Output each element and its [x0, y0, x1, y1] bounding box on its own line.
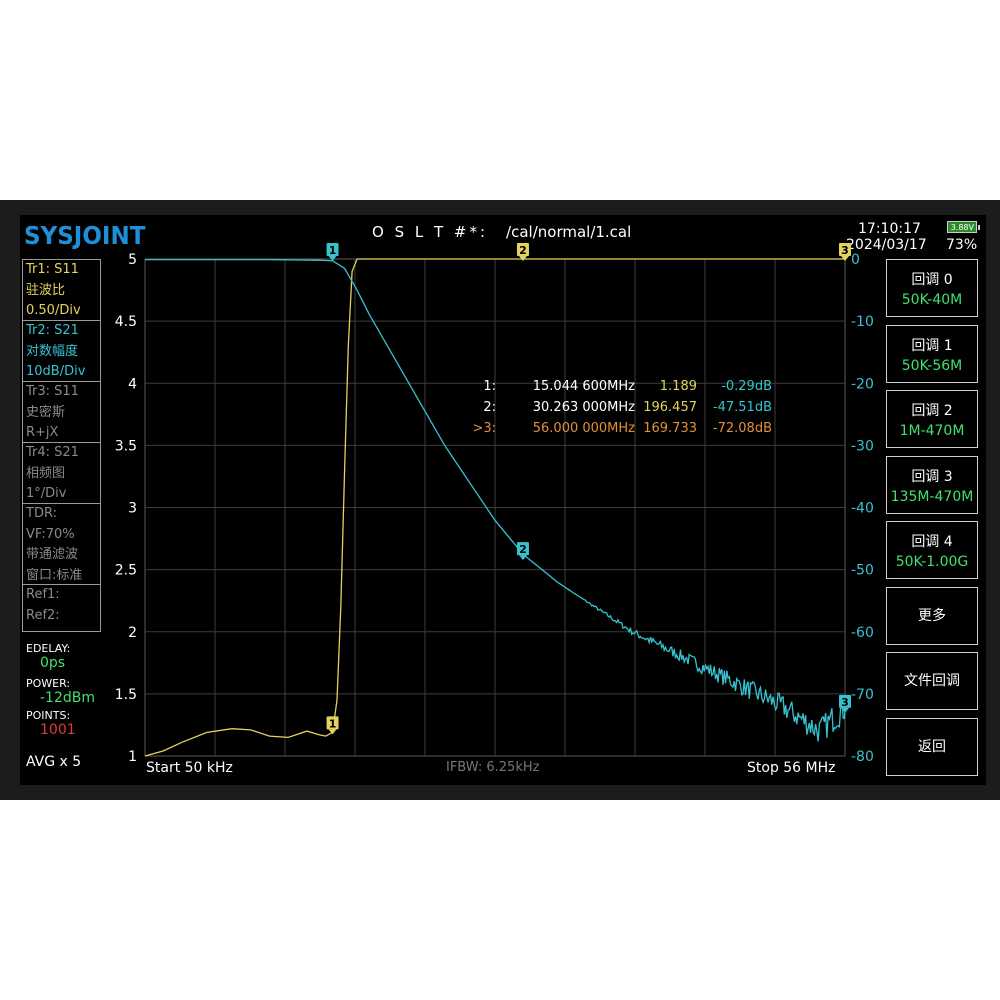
marker-3-swr: 169.733	[643, 421, 697, 436]
right-tick-label: -10	[851, 314, 874, 330]
marker-2-freq: 30.263 000MHz	[532, 400, 635, 415]
marker-1-top-icon-label: 1	[329, 244, 337, 257]
analyzer-screen: SYSJOINT O S L T #*:/cal/normal/1.cal 17…	[0, 200, 1000, 800]
right-tick-label: -40	[851, 501, 874, 517]
marker-1-db: -0.29dB	[721, 379, 772, 394]
marker-1-s11-icon: 1	[326, 716, 339, 735]
softkey-5-range: 50K-1.00G	[895, 554, 969, 570]
left-tick-label: 1.5	[115, 687, 137, 703]
marker-1-label: 1:	[483, 379, 496, 394]
right-tick-label: -30	[851, 438, 874, 454]
plot-area: 5 4.5 4 3.5 3 2.5 2 1.5 1 0 -10 -20 -30 -40 -50 -60 -70 -…	[115, 243, 874, 765]
softkey-1-range: 50K-40M	[901, 292, 963, 308]
marker-3-label: >3:	[472, 421, 496, 436]
softkey-1[interactable]: 回调 0 50K-40M	[886, 259, 978, 317]
marker-3-top-icon-label: 3	[841, 244, 849, 257]
left-tick-label: 2	[128, 625, 137, 641]
softkey-2-title: 回调 1	[911, 337, 953, 354]
marker-2-s21-icon-label: 2	[519, 543, 527, 556]
marker-3-db: -72.08dB	[712, 421, 772, 436]
softkey-8-title: 返回	[918, 738, 946, 755]
softkey-2-range: 50K-56M	[901, 357, 963, 374]
softkey-3[interactable]: 回调 2 1M-470M	[886, 390, 978, 448]
softkey-8[interactable]: 返回	[886, 717, 978, 776]
softkey-7[interactable]: 文件回调	[886, 652, 978, 710]
softkey-5-title: 回调 4	[911, 534, 953, 550]
right-tick-label: -60	[851, 625, 874, 641]
display-panel: SYSJOINT O S L T #*:/cal/normal/1.cal 17…	[20, 215, 986, 785]
softkey-6[interactable]: 更多	[886, 586, 978, 645]
left-tick-label: 3.5	[115, 438, 137, 454]
marker-1-freq: 15.044 600MHz	[532, 379, 635, 394]
marker-icons: 1 2 3 1 2 3	[326, 243, 851, 735]
softkey-2[interactable]: 回调 1 50K-56M	[886, 324, 978, 383]
left-tick-label: 3	[128, 501, 137, 517]
softkey-4-range: 135M-470M	[890, 488, 974, 505]
marker-2-top-icon-label: 2	[519, 244, 527, 257]
marker-1-swr: 1.189	[659, 379, 697, 394]
marker-3-s21-icon-label: 3	[841, 696, 849, 709]
left-tick-label: 4.5	[115, 314, 137, 330]
marker-2-label: 2:	[483, 400, 496, 415]
softkey-4-title: 回调 3	[911, 468, 953, 485]
marker-2-db: -47.51dB	[712, 400, 772, 415]
marker-3-freq: 56.000 000MHz	[532, 421, 635, 436]
right-tick-label: 0	[851, 252, 860, 268]
marker-3-top-icon: 3	[839, 243, 851, 261]
softkey-3-range: 1M-470M	[899, 423, 965, 439]
softkey-6-title: 更多	[918, 607, 946, 624]
marker-2-top-icon: 2	[516, 243, 529, 261]
stop-frequency[interactable]: Stop 56 MHz	[747, 760, 836, 776]
softkey-3-title: 回调 2	[911, 403, 953, 419]
ifbw-label[interactable]: IFBW: 6.25kHz	[446, 760, 539, 775]
right-tick-label: -80	[851, 749, 874, 765]
left-tick-label: 4	[128, 376, 137, 392]
marker-2-swr: 196.457	[643, 400, 697, 415]
marker-1-s11-icon-label: 1	[329, 717, 337, 730]
marker-1-top-icon: 1	[326, 243, 339, 261]
left-tick-label: 1	[128, 749, 137, 765]
softkey-5[interactable]: 回调 4 50K-1.00G	[886, 521, 978, 579]
left-tick-label: 2.5	[115, 563, 137, 579]
right-tick-label: -70	[851, 687, 874, 703]
right-tick-label: -20	[851, 376, 874, 392]
softkey-7-title: 文件回调	[904, 673, 960, 689]
start-frequency[interactable]: Start 50 kHz	[146, 760, 233, 776]
softkey-1-title: 回调 0	[911, 272, 953, 288]
right-tick-label: -50	[851, 563, 874, 579]
softkey-4[interactable]: 回调 3 135M-470M	[886, 455, 978, 514]
left-tick-label: 5	[128, 252, 137, 268]
